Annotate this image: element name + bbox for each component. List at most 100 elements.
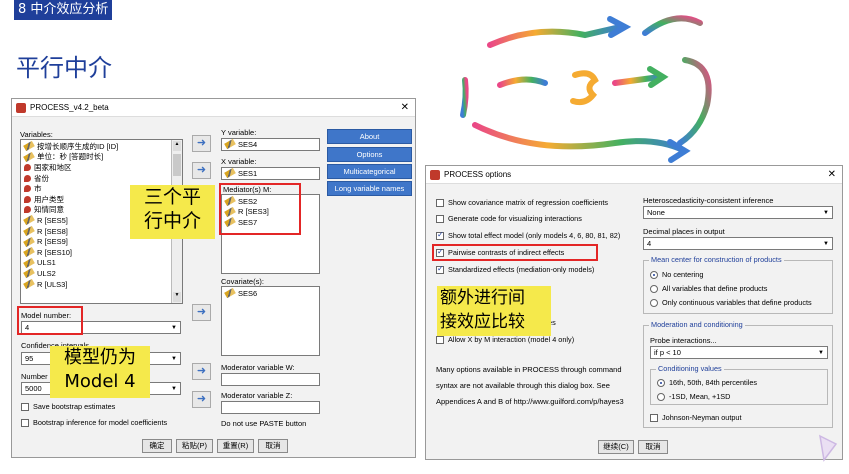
variable-list-item[interactable]: 按增长顺序生成的ID [ID] (21, 141, 171, 152)
visualize-code-label: Generate code for visualizing interactio… (448, 214, 582, 223)
options-dialog-titlebar: PROCESS options ✕ (426, 166, 842, 184)
move-x-arrow-icon[interactable]: ➜ (192, 162, 211, 179)
covariate-name: SES6 (238, 288, 258, 298)
long-variable-names-button[interactable]: Long variable names (327, 181, 412, 196)
covariate-list[interactable]: SES6 (221, 286, 320, 356)
jn-checkbox[interactable] (650, 413, 658, 422)
sd-option[interactable]: -1SD, Mean, +1SD (657, 391, 730, 402)
variable-name: ULS2 (37, 268, 56, 278)
move-covariate-arrow-icon[interactable]: ➜ (192, 304, 211, 321)
pencil-icon (224, 288, 236, 299)
save-bootstrap-option[interactable]: Save bootstrap estimates (21, 401, 115, 412)
decimal-label: Decimal places in output (643, 227, 725, 236)
visualize-code-checkbox[interactable] (436, 214, 444, 223)
moderation-group: Moderation and conditioning Probe intera… (643, 320, 833, 428)
bootstrap-inference-option[interactable]: Bootstrap inference for model coefficien… (21, 417, 167, 428)
variable-list-item[interactable]: 国家和地区 (21, 162, 171, 173)
covariate-label: Covariate(s): (221, 277, 264, 286)
all-variables-radio[interactable] (650, 284, 658, 293)
bootstrap-value: 5000 (25, 384, 42, 393)
decorative-arrows-graphic (460, 15, 712, 163)
hc-value: None (647, 208, 665, 217)
hc-select[interactable]: None ▼ (643, 206, 833, 219)
bootstrap-inference-checkbox[interactable] (21, 418, 29, 427)
continuous-variables-option[interactable]: Only continuous variables that define pr… (650, 297, 812, 308)
move-modz-arrow-icon[interactable]: ➜ (192, 391, 211, 408)
spss-icon (16, 103, 26, 113)
variable-name: R [SES8] (37, 226, 68, 236)
multicategorical-button[interactable]: Multicategorical (327, 164, 412, 179)
variable-list-item[interactable]: ULS2 (21, 268, 171, 279)
variable-name: 单位：秒 [答题时长] (37, 152, 104, 162)
y-variable-field[interactable]: SES4 (221, 138, 320, 151)
sd-label: -1SD, Mean, +1SD (669, 392, 731, 401)
moderator-w-label: Moderator variable W: (221, 363, 295, 372)
all-variables-option[interactable]: All variables that define products (650, 283, 767, 294)
reset-button[interactable]: 重置(R) (217, 439, 254, 453)
nominal-icon (24, 185, 31, 193)
chevron-down-icon: ▼ (823, 210, 829, 216)
sd-radio[interactable] (657, 392, 665, 401)
save-bootstrap-checkbox[interactable] (21, 402, 29, 411)
continue-button[interactable]: 继续(C) (598, 440, 634, 454)
scroll-up-icon[interactable]: ▲ (173, 141, 181, 151)
model-number-highlight-box (17, 306, 83, 335)
decimal-select[interactable]: 4 ▼ (643, 237, 833, 250)
jn-option[interactable]: Johnson-Neyman output (650, 412, 742, 423)
options-cancel-button[interactable]: 取消 (638, 440, 668, 454)
cancel-button[interactable]: 取消 (258, 439, 288, 453)
variable-list-item[interactable]: R [SES10] (21, 247, 171, 258)
covariance-option[interactable]: Show covariance matrix of regression coe… (436, 197, 608, 208)
conditioning-title: Conditioning values (656, 364, 724, 373)
variable-list-item[interactable]: ULS1 (21, 257, 171, 269)
section-tag: 8 中介效应分析 (14, 0, 113, 20)
probe-label: Probe interactions... (650, 336, 717, 345)
nominal-icon (24, 163, 31, 171)
total-effect-option[interactable]: Show total effect model (only models 4, … (436, 230, 620, 241)
allow-xm-checkbox[interactable] (436, 335, 444, 344)
scroll-down-icon[interactable]: ▼ (173, 292, 181, 302)
variable-name: R [ULS3] (37, 279, 68, 289)
no-centering-radio[interactable] (650, 270, 658, 279)
move-y-arrow-icon[interactable]: ➜ (192, 135, 211, 152)
standardized-option[interactable]: Standardized effects (mediation-only mod… (436, 264, 594, 275)
model-callout: 模型仍为 Model 4 (50, 346, 150, 398)
paste-button[interactable]: 粘贴(P) (176, 439, 213, 453)
chevron-down-icon: ▼ (171, 356, 177, 362)
variable-list-item[interactable]: 单位：秒 [答题时长] (21, 151, 171, 163)
x-variable-label: X variable: (221, 157, 257, 166)
pencil-icon (23, 225, 35, 237)
about-button[interactable]: About (327, 129, 412, 144)
covariance-checkbox[interactable] (436, 198, 444, 207)
visualize-code-option[interactable]: Generate code for visualizing interactio… (436, 213, 582, 224)
probe-select[interactable]: if p < 10 ▼ (650, 346, 828, 359)
total-effect-checkbox[interactable] (436, 230, 444, 240)
options-button[interactable]: Options (327, 147, 412, 162)
slide-title: 平行中介 (16, 54, 112, 82)
covariate-list-item[interactable]: SES6 (222, 288, 319, 299)
percentiles-option[interactable]: 16th, 50th, 84th percentiles (657, 377, 757, 388)
moderator-w-field[interactable] (221, 373, 320, 386)
pencil-icon (23, 141, 35, 152)
mediator-highlight-box (219, 183, 301, 235)
spss-icon (430, 170, 440, 180)
standardized-checkbox[interactable] (436, 264, 444, 274)
chevron-down-icon: ▼ (171, 386, 177, 392)
scroll-thumb[interactable] (173, 154, 181, 176)
close-icon[interactable]: ✕ (828, 166, 836, 184)
variable-list-item[interactable]: 省份 (21, 173, 171, 184)
ok-button[interactable]: 确定 (142, 439, 172, 453)
continuous-variables-radio[interactable] (650, 298, 658, 307)
chevron-down-icon: ▼ (171, 325, 177, 331)
variable-name: ULS1 (37, 258, 56, 268)
moderator-z-field[interactable] (221, 401, 320, 414)
percentiles-label: 16th, 50th, 84th percentiles (669, 378, 758, 387)
process-dialog-title: PROCESS_v4.2_beta (30, 103, 109, 112)
close-icon[interactable]: ✕ (401, 99, 409, 117)
move-modw-arrow-icon[interactable]: ➜ (192, 363, 211, 380)
no-centering-option[interactable]: No centering (650, 269, 703, 280)
x-variable-field[interactable]: SES1 (221, 167, 320, 180)
variable-list-item[interactable]: R [ULS3] (21, 278, 171, 290)
nominal-icon (24, 206, 31, 214)
percentiles-radio[interactable] (657, 378, 665, 387)
